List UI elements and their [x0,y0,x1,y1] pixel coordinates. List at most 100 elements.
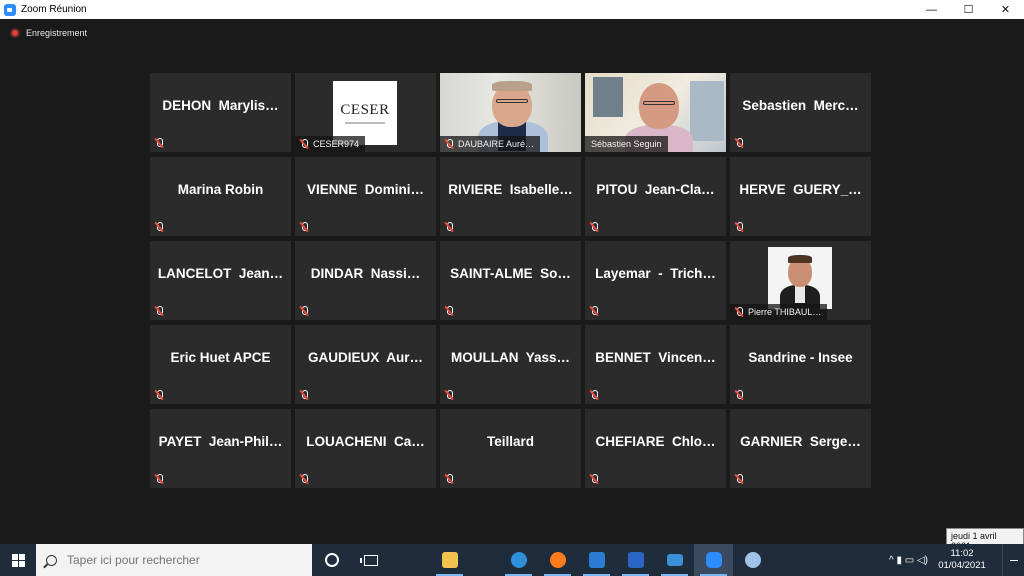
zoom-app-icon [4,3,16,16]
muted-mic-icon [299,474,309,484]
muted-mic-icon [154,390,164,400]
task-view-icon [359,554,378,566]
participant-tile[interactable]: HERVE GUERY_… [730,157,871,236]
participant-name: Pierre THIBAUL… [748,307,822,317]
participant-name: Teillard [486,434,534,449]
participant-name: Sébastien Seguin [591,139,662,149]
file-explorer-icon [441,552,458,568]
participant-tile[interactable]: Marina Robin [150,157,291,236]
window-title: Zoom Réunion [21,4,87,15]
participant-caption: DAUBAIRE Auré… [440,136,541,152]
participant-tile[interactable]: MOULLAN Yass… [440,325,581,404]
clock-date: 01/04/2021 [938,560,986,571]
taskbar-app-monitor[interactable] [655,544,694,576]
taskbar-app-word[interactable] [616,544,655,576]
outlook-icon [588,552,605,568]
muted-mic-icon [734,474,744,484]
windows-taskbar: ^ ▮ ▭ ◁) 11:02 01/04/2021 [0,544,1024,576]
browser-icon [510,552,527,568]
participant-tile[interactable]: PITOU Jean-Cla… [585,157,726,236]
record-icon [10,28,20,38]
muted-mic-icon [154,306,164,316]
show-desktop-button[interactable] [1002,544,1024,576]
participant-name: Sebastien Merc… [742,98,859,113]
participant-name: DEHON Marylis… [162,98,279,113]
taskbar-app-firefox[interactable] [538,544,577,576]
participant-name: GAUDIEUX Aur… [307,350,423,365]
muted-mic-icon [444,474,454,484]
muted-mic-icon [444,222,454,232]
firefox-icon [549,552,566,568]
participant-tile[interactable]: GAUDIEUX Aur… [295,325,436,404]
participant-tile[interactable]: BENNET Vincen… [585,325,726,404]
participant-tile[interactable]: CESER CESER974 [295,73,436,152]
participant-name: DAUBAIRE Auré… [458,139,535,149]
participant-tile[interactable]: Sandrine - Insee [730,325,871,404]
muted-mic-icon [589,306,599,316]
muted-mic-icon [734,222,744,232]
muted-mic-icon [154,222,164,232]
muted-mic-icon [589,222,599,232]
taskbar-app-browser[interactable] [499,544,538,576]
participant-tile[interactable]: PAYET Jean-Phil… [150,409,291,488]
participant-tile[interactable]: DINDAR Nassi… [295,241,436,320]
maximize-button[interactable]: ☐ [950,0,987,19]
participant-tile[interactable]: Sebastien Merc… [730,73,871,152]
muted-mic-icon [589,474,599,484]
muted-mic-icon [444,390,454,400]
muted-mic-icon [734,307,744,317]
muted-mic-icon [299,139,309,149]
participant-tile[interactable]: SAINT-ALME So… [440,241,581,320]
muted-mic-icon [299,390,309,400]
taskbar-app-zoom[interactable] [694,544,733,576]
participant-name: PITOU Jean-Cla… [596,182,715,197]
tray-icons[interactable]: ^ ▮ ▭ ◁) [889,555,928,566]
muted-mic-icon [444,139,454,149]
system-tray: ^ ▮ ▭ ◁) 11:02 01/04/2021 [889,544,1024,576]
participant-name: VIENNE Domini… [306,182,424,197]
taskbar-app-file-explorer[interactable] [430,544,469,576]
zoom-icon [705,552,722,568]
participant-name: Eric Huet APCE [170,350,271,365]
taskbar-app-outlook[interactable] [577,544,616,576]
minimize-button[interactable]: — [913,0,950,19]
muted-mic-icon [734,390,744,400]
start-button[interactable] [0,544,36,576]
muted-mic-icon [734,138,744,148]
participant-name: PAYET Jean-Phil… [158,434,283,449]
participant-tile[interactable]: LOUACHENI Ca… [295,409,436,488]
participant-name: LANCELOT Jean… [157,266,284,281]
cortana-button[interactable] [312,544,351,576]
participant-name: BENNET Vincen… [595,350,716,365]
participant-name: CESER974 [313,139,360,149]
participant-gallery: DEHON Marylis… CESER CESER974 DAUBAIRE A… [150,73,874,491]
participant-caption: CESER974 [295,136,366,152]
close-button[interactable]: ✕ [987,0,1024,19]
participant-tile[interactable]: CHEFIARE Chlo… [585,409,726,488]
participant-tile[interactable]: Layemar - Trich… [585,241,726,320]
taskbar-search[interactable] [36,544,312,576]
taskbar-clock[interactable]: 11:02 01/04/2021 [936,548,988,572]
participant-tile[interactable]: DAUBAIRE Auré… [440,73,581,152]
participant-tile[interactable]: Pierre THIBAUL… [730,241,871,320]
participant-tile[interactable]: Eric Huet APCE [150,325,291,404]
participant-tile[interactable]: RIVIERE Isabelle… [440,157,581,236]
search-input[interactable] [67,553,287,567]
participant-caption: Pierre THIBAUL… [730,304,828,320]
participant-tile[interactable]: Teillard [440,409,581,488]
muted-mic-icon [154,138,164,148]
recording-indicator[interactable]: Enregistrement [10,28,87,38]
active-speaker-tile[interactable]: Sébastien Seguin [585,73,726,152]
recording-label: Enregistrement [26,28,88,38]
participant-tile[interactable]: LANCELOT Jean… [150,241,291,320]
window-titlebar: Zoom Réunion — ☐ ✕ [0,0,1024,19]
participant-name: HERVE GUERY_… [739,182,862,197]
participant-caption: Sébastien Seguin [585,136,668,152]
participant-tile[interactable]: GARNIER Serge… [730,409,871,488]
participant-name: GARNIER Serge… [740,434,861,449]
muted-mic-icon [154,474,164,484]
taskbar-app-paint[interactable] [733,544,772,576]
participant-tile[interactable]: VIENNE Domini… [295,157,436,236]
task-view-button[interactable] [351,544,390,576]
participant-tile[interactable]: DEHON Marylis… [150,73,291,152]
